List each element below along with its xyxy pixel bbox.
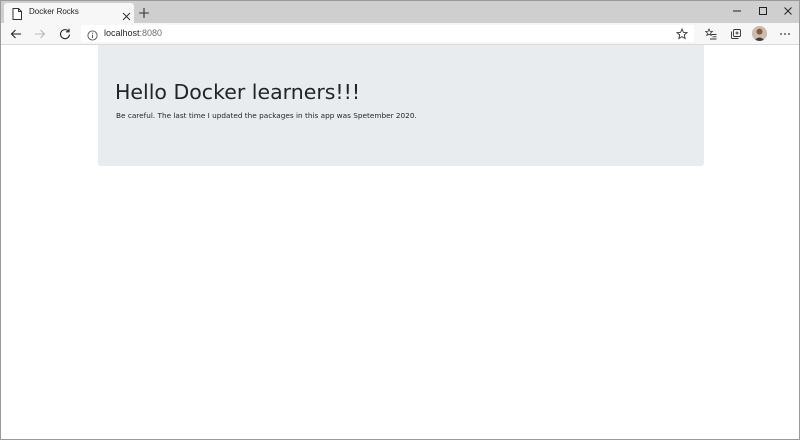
minimize-icon[interactable] xyxy=(729,4,745,18)
close-window-icon[interactable] xyxy=(780,4,796,18)
favorites-list-icon[interactable] xyxy=(703,26,719,42)
page-heading: Hello Docker learners!!! xyxy=(115,80,361,104)
url-text[interactable]: localhost:8080 xyxy=(104,27,162,40)
jumbotron: Hello Docker learners!!! Be careful. The… xyxy=(98,45,704,166)
new-tab-icon[interactable] xyxy=(138,6,150,18)
forward-arrow-icon[interactable] xyxy=(32,26,48,42)
address-bar[interactable]: localhost:8080 xyxy=(81,25,694,42)
maximize-icon[interactable] xyxy=(755,4,771,18)
tab-title: Docker Rocks xyxy=(29,7,79,16)
back-arrow-icon[interactable] xyxy=(8,26,24,42)
collections-icon[interactable] xyxy=(728,26,744,42)
more-icon[interactable] xyxy=(777,26,793,42)
page-icon xyxy=(12,7,22,20)
tab-strip: Docker Rocks xyxy=(1,1,799,23)
site-info-icon[interactable] xyxy=(87,28,98,41)
refresh-icon[interactable] xyxy=(57,26,73,42)
tab-docker-rocks[interactable]: Docker Rocks xyxy=(4,3,134,23)
url-host: localhost xyxy=(104,28,140,38)
page-lead-text: Be careful. The last time I updated the … xyxy=(116,111,417,120)
star-icon[interactable] xyxy=(675,27,689,40)
url-port: :8080 xyxy=(139,28,163,38)
browser-window: Docker Rocks localhost:8080 Hello Docker… xyxy=(0,0,800,440)
close-tab-icon[interactable] xyxy=(122,8,131,21)
profile-avatar[interactable] xyxy=(752,26,767,41)
browser-toolbar: localhost:8080 xyxy=(1,23,799,45)
